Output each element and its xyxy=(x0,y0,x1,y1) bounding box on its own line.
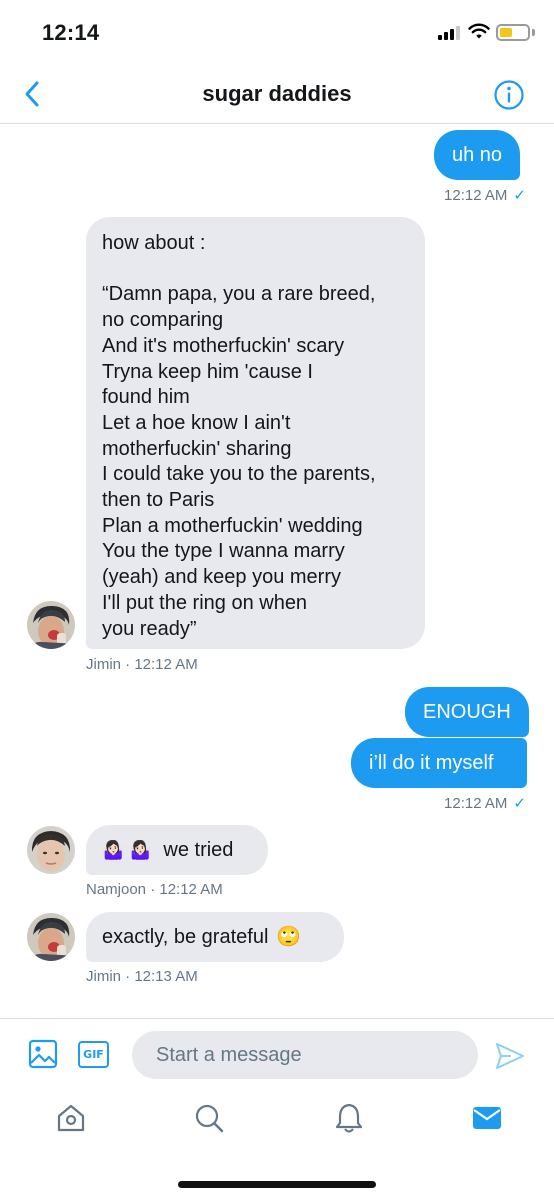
message-sender-time: Namjoon · 12:12 AM xyxy=(86,881,223,898)
outgoing-message-bubble[interactable]: uh no xyxy=(434,130,521,180)
avatar-jimin[interactable] xyxy=(27,913,75,961)
conversation-header: sugar daddies xyxy=(0,66,554,124)
message-timestamp: 12:12 AM ✓ xyxy=(444,186,526,204)
conversation-title[interactable]: sugar daddies xyxy=(0,81,554,107)
info-icon[interactable] xyxy=(493,79,525,111)
battery-tip xyxy=(532,29,535,36)
avatar-jimin[interactable] xyxy=(27,601,75,649)
sent-check-icon: ✓ xyxy=(513,795,526,812)
outgoing-message-bubble[interactable]: ENOUGH xyxy=(405,687,529,737)
sent-check-icon: ✓ xyxy=(513,187,526,204)
timestamp-text: 12:12 AM xyxy=(444,795,508,812)
avatar-image xyxy=(27,826,75,874)
battery-icon xyxy=(496,24,530,41)
message-text: how about : “Damn papa, you a rare breed… xyxy=(102,232,376,640)
home-indicator[interactable] xyxy=(178,1181,376,1188)
message-timestamp: 12:12 AM ✓ xyxy=(444,794,526,812)
status-time: 12:14 xyxy=(42,20,100,45)
avatar-image xyxy=(27,601,75,649)
message-sender-time: Jimin · 12:12 AM xyxy=(86,656,198,673)
message-composer: GIF xyxy=(0,1018,554,1090)
message-text: we tried xyxy=(163,839,234,861)
message-input[interactable] xyxy=(132,1031,478,1079)
timestamp-text: 12:12 AM xyxy=(444,187,508,204)
search-icon[interactable] xyxy=(193,1102,225,1134)
message-text: uh no xyxy=(452,144,503,166)
message-text: i’ll do it myself xyxy=(369,752,494,774)
message-text: exactly, be grateful xyxy=(102,926,269,948)
message-sender-time: Jimin · 12:13 AM xyxy=(86,968,198,985)
avatar-namjoon[interactable] xyxy=(27,826,75,874)
message-text: ENOUGH xyxy=(423,701,511,723)
incoming-message-bubble[interactable]: 🤷🏻‍♀️ 🤷🏻‍♀️ we tried xyxy=(86,825,268,875)
avatar-image xyxy=(27,913,75,961)
cellular-signal-icon xyxy=(438,25,460,40)
outgoing-message-bubble[interactable]: i’ll do it myself xyxy=(351,738,527,788)
send-icon[interactable] xyxy=(494,1041,526,1071)
gif-button[interactable]: GIF xyxy=(78,1041,109,1068)
incoming-message-bubble[interactable]: how about : “Damn papa, you a rare breed… xyxy=(86,217,425,649)
wifi-icon xyxy=(468,23,490,39)
status-bar: 12:14 xyxy=(0,0,554,66)
emoji: 🤷🏻‍♀️ 🤷🏻‍♀️ xyxy=(102,840,152,860)
home-icon[interactable] xyxy=(55,1102,87,1134)
notifications-icon[interactable] xyxy=(333,1102,365,1134)
incoming-message-bubble[interactable]: exactly, be grateful 🙄 xyxy=(86,912,344,962)
image-icon[interactable] xyxy=(28,1039,58,1069)
messages-icon[interactable] xyxy=(471,1102,503,1134)
eye-roll-emoji: 🙄 xyxy=(275,926,301,948)
